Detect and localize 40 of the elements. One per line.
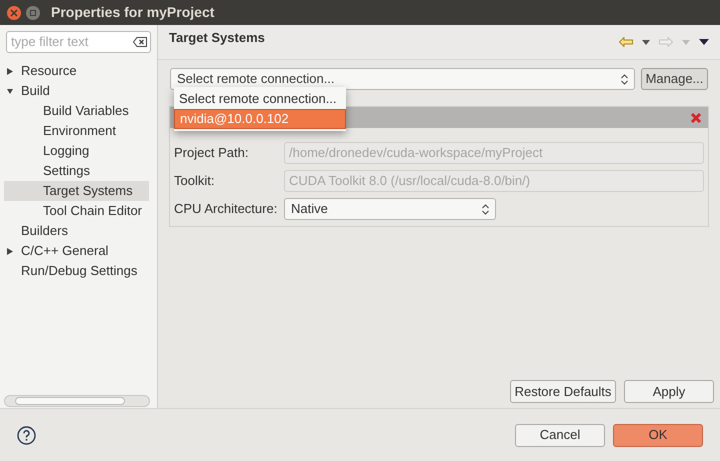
tree-item[interactable]: Run/Debug Settings [21, 261, 138, 281]
connection-dropdown[interactable]: Select remote connection... [170, 68, 635, 90]
view-menu-icon[interactable] [699, 39, 709, 45]
tree-item[interactable]: Logging [43, 141, 90, 161]
help-icon[interactable] [17, 426, 36, 444]
cancel-button[interactable]: Cancel [515, 424, 605, 446]
page-title: Target Systems [169, 29, 265, 48]
tree-item[interactable]: Settings [43, 161, 90, 181]
clear-icon[interactable] [133, 37, 147, 47]
horizontal-scrollbar[interactable] [4, 395, 150, 407]
tree-item[interactable]: Environment [43, 121, 116, 141]
minimize-icon [30, 10, 36, 16]
close-button[interactable] [7, 6, 21, 20]
field-label: Project Path: [174, 144, 250, 162]
manage-button[interactable]: Manage... [641, 68, 708, 90]
architecture-dropdown[interactable]: Native [284, 198, 496, 220]
dropdown-icon[interactable] [642, 40, 650, 44]
tree-item[interactable]: Build Variables [43, 101, 129, 121]
field-label: CPU Architecture: [174, 200, 278, 218]
collapsed-triangle-icon[interactable] [7, 68, 13, 74]
window-title: Properties for myProject [51, 3, 214, 22]
tree-item[interactable]: Tool Chain Editor [43, 201, 142, 221]
back-arrow-icon[interactable] [619, 37, 633, 47]
apply-button[interactable]: Apply [624, 380, 714, 403]
close-icon [10, 8, 18, 16]
restore-defaults-button[interactable]: Restore Defaults [510, 380, 616, 403]
collapsed-triangle-icon[interactable] [7, 248, 13, 254]
filter-input[interactable]: type filter text [11, 32, 133, 52]
filter-field[interactable]: type filter text [6, 31, 151, 53]
ok-button[interactable]: OK [613, 424, 703, 446]
minimize-button[interactable] [26, 6, 40, 20]
tree-item[interactable]: Builders [21, 221, 68, 241]
tree-item[interactable]: Resource [21, 61, 77, 81]
dropdown-option[interactable]: Select remote connection... [174, 89, 346, 109]
spinner-arrows-icon [482, 204, 489, 214]
tree-item[interactable]: C/C++ General [21, 241, 108, 261]
field-label: Toolkit: [174, 172, 216, 190]
expanded-triangle-icon[interactable] [7, 88, 13, 94]
spinner-arrows-icon [621, 74, 628, 84]
tree-item[interactable]: Build [21, 81, 50, 101]
